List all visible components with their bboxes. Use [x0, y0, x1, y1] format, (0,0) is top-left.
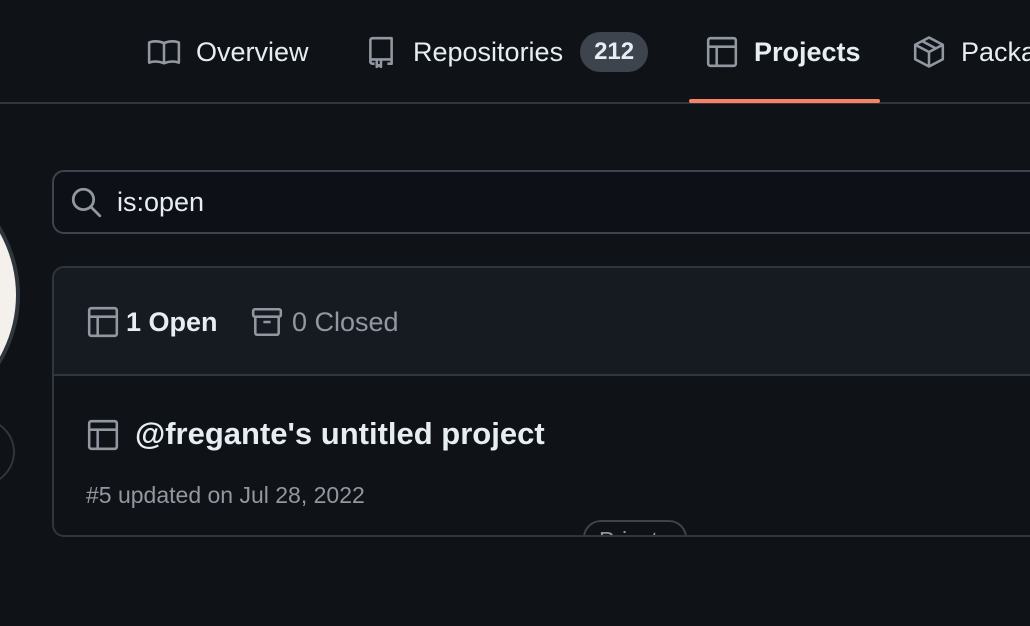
project-meta: #5 updated on Jul 28, 2022 [86, 482, 365, 508]
profile-projects-page: Overview Repositories 212 Projects Packa… [0, 0, 1030, 626]
table-icon [86, 305, 120, 339]
tab-packages-label: Packages [961, 36, 1030, 67]
open-projects-filter[interactable]: 1 Open [86, 268, 218, 376]
search-input[interactable] [117, 186, 917, 218]
active-tab-underline [689, 99, 880, 103]
tab-overview[interactable]: Overview [147, 0, 309, 104]
projects-list: 1 Open 0 Closed @fregante's untitled pro… [52, 266, 1030, 537]
tab-repositories[interactable]: Repositories 212 [364, 0, 649, 104]
archive-icon [250, 305, 284, 339]
visibility-badge: Private [583, 520, 687, 535]
table-icon [86, 418, 120, 452]
project-title-link[interactable]: @fregante's untitled project [135, 416, 545, 452]
package-icon [912, 35, 946, 69]
list-item: @fregante's untitled project Private #5 … [54, 376, 1030, 535]
closed-projects-filter[interactable]: 0 Closed [250, 268, 399, 376]
open-filter-label: 1 Open [126, 306, 218, 337]
repositories-count-badge: 212 [580, 32, 649, 72]
profile-tab-nav: Overview Repositories 212 Projects Packa [0, 0, 1030, 104]
tab-packages[interactable]: Packages [912, 0, 1030, 104]
search-icon [69, 185, 103, 219]
avatar[interactable] [0, 145, 20, 445]
projects-list-header: 1 Open 0 Closed [54, 268, 1030, 376]
book-icon [147, 35, 181, 69]
tab-overview-label: Overview [196, 36, 309, 67]
project-search[interactable] [52, 170, 1030, 234]
tab-repositories-label: Repositories [413, 36, 564, 67]
repo-icon [364, 35, 398, 69]
table-icon [705, 35, 739, 69]
closed-filter-label: 0 Closed [292, 306, 399, 337]
tab-projects-label: Projects [754, 36, 861, 67]
tab-projects[interactable]: Projects [705, 0, 861, 104]
status-button[interactable] [0, 417, 15, 487]
